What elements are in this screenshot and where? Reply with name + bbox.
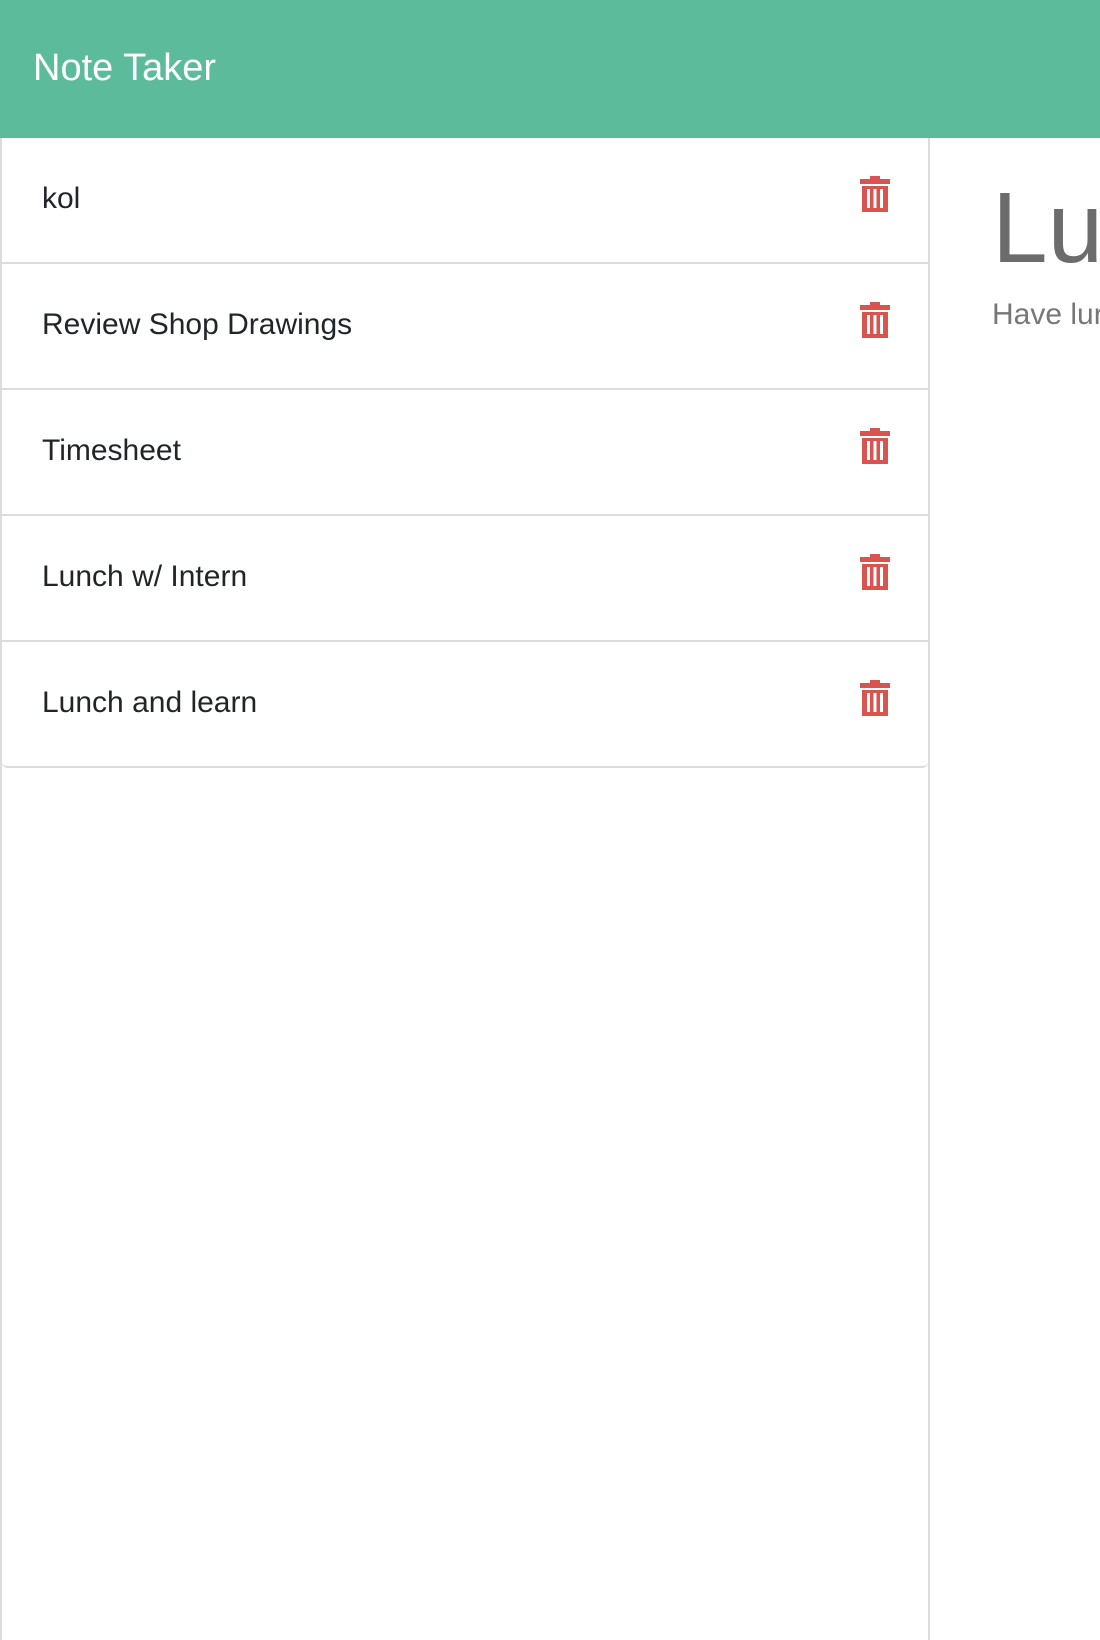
note-list: kol Review Shop Drawings Timesheet Lunch… bbox=[2, 138, 928, 768]
note-title: kol bbox=[42, 182, 81, 215]
list-item[interactable]: Timesheet bbox=[2, 390, 928, 516]
note-title: Lunch w/ Intern bbox=[42, 560, 248, 593]
trash-icon[interactable] bbox=[860, 174, 890, 212]
list-item[interactable]: kol bbox=[2, 138, 928, 264]
trash-icon[interactable] bbox=[860, 552, 890, 590]
list-item[interactable]: Lunch w/ Intern bbox=[2, 516, 928, 642]
note-title: Review Shop Drawings bbox=[42, 308, 353, 341]
note-title-input[interactable] bbox=[992, 168, 1100, 288]
app-title-link[interactable]: Note Taker bbox=[33, 44, 216, 92]
navbar: Note Taker bbox=[0, 0, 1100, 138]
trash-icon[interactable] bbox=[860, 678, 890, 716]
trash-icon[interactable] bbox=[860, 426, 890, 464]
trash-icon[interactable] bbox=[860, 300, 890, 338]
note-text-area[interactable]: Have lur bbox=[992, 296, 1100, 376]
note-editor: Have lur bbox=[930, 138, 1100, 1640]
note-title: Lunch and learn bbox=[42, 686, 258, 719]
list-item[interactable]: Lunch and learn bbox=[2, 642, 928, 768]
notes-sidebar: kol Review Shop Drawings Timesheet Lunch… bbox=[0, 138, 930, 1640]
list-item[interactable]: Review Shop Drawings bbox=[2, 264, 928, 390]
note-title: Timesheet bbox=[42, 434, 181, 467]
